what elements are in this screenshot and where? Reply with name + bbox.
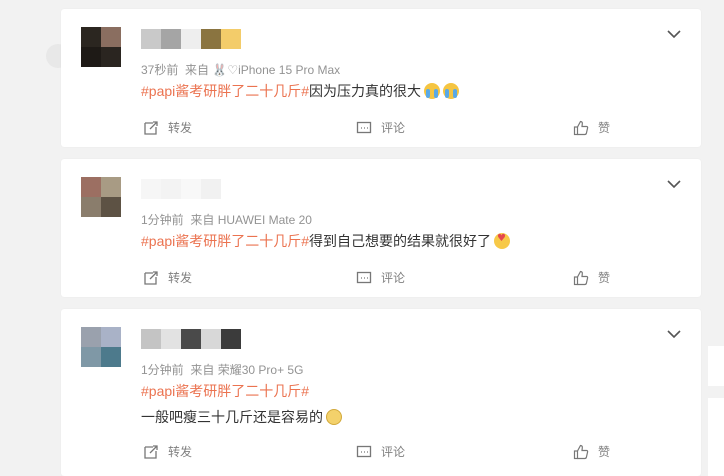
post-content: 一般吧瘦三十几斤还是容易的 (141, 407, 342, 427)
hashtag-link[interactable]: #papi酱考研胖了二十几斤# (141, 383, 309, 399)
right-panel-edge (708, 346, 724, 386)
repost-button[interactable]: 转发 (143, 119, 192, 136)
like-label: 赞 (598, 271, 611, 285)
comment-button[interactable]: 评论 (356, 269, 405, 286)
comment-card: 37秒前 来自 🐰♡iPhone 15 Pro Max #papi酱考研胖了二十… (61, 9, 701, 147)
thumbs-up-icon (573, 120, 589, 135)
repost-label: 转发 (168, 121, 193, 135)
like-button[interactable]: 赞 (573, 269, 610, 286)
post-text: 因为压力真的很大 (309, 83, 422, 99)
avatar[interactable] (81, 177, 121, 217)
comment-icon (356, 121, 372, 133)
user-name-blurred[interactable] (141, 179, 221, 199)
like-button[interactable]: 赞 (573, 119, 610, 136)
repost-icon (144, 270, 158, 285)
post-meta: 1分钟前 来自 HUAWEI Mate 20 (141, 211, 312, 228)
post-time[interactable]: 37秒前 (141, 63, 178, 77)
post-source-label: 来自 (190, 363, 215, 377)
like-label: 赞 (598, 445, 611, 459)
avatar[interactable] (81, 327, 121, 367)
comment-button[interactable]: 评论 (356, 443, 405, 460)
repost-icon (144, 444, 158, 459)
chevron-down-icon[interactable] (665, 25, 683, 43)
post-meta: 37秒前 来自 🐰♡iPhone 15 Pro Max (141, 61, 340, 78)
post-text: 得到自己想要的结果就很好了 (309, 233, 492, 249)
repost-label: 转发 (168, 271, 193, 285)
action-bar: 转发 评论 赞 (61, 269, 701, 289)
hashtag-link[interactable]: #papi酱考研胖了二十几斤# (141, 233, 309, 249)
post-device: 🐰♡iPhone 15 Pro Max (212, 63, 341, 77)
comment-icon (356, 445, 372, 457)
feed-page: 37秒前 来自 🐰♡iPhone 15 Pro Max #papi酱考研胖了二十… (0, 0, 724, 476)
like-label: 赞 (598, 121, 611, 135)
chevron-down-icon[interactable] (665, 175, 683, 193)
action-bar: 转发 评论 赞 (61, 443, 701, 463)
comment-card: 1分钟前 来自 荣耀30 Pro+ 5G #papi酱考研胖了二十几斤# 一般吧… (61, 309, 701, 476)
smirk-face-icon (326, 409, 342, 425)
thumbs-up-icon (573, 444, 589, 459)
like-button[interactable]: 赞 (573, 443, 610, 460)
post-meta: 1分钟前 来自 荣耀30 Pro+ 5G (141, 361, 303, 378)
post-time[interactable]: 1分钟前 (141, 213, 184, 227)
post-hashtag-line: #papi酱考研胖了二十几斤# (141, 381, 309, 401)
comment-card: 1分钟前 来自 HUAWEI Mate 20 #papi酱考研胖了二十几斤#得到… (61, 159, 701, 297)
heart-eyes-face-icon (494, 233, 511, 249)
post-device: 荣耀30 Pro+ 5G (217, 363, 304, 377)
chevron-down-icon[interactable] (665, 325, 683, 343)
post-content: #papi酱考研胖了二十几斤#得到自己想要的结果就很好了 (141, 231, 511, 251)
comment-label: 评论 (381, 121, 406, 135)
repost-button[interactable]: 转发 (143, 443, 192, 460)
left-sidebar-edge (0, 0, 70, 476)
crying-face-icon (424, 83, 441, 99)
user-name-blurred[interactable] (141, 329, 241, 349)
crying-face-icon (443, 83, 460, 99)
comment-button[interactable]: 评论 (356, 119, 405, 136)
post-text: 一般吧瘦三十几斤还是容易的 (141, 409, 323, 425)
post-source-label: 来自 (185, 63, 210, 77)
right-panel-edge (708, 398, 724, 476)
avatar[interactable] (81, 27, 121, 67)
action-bar: 转发 评论 赞 (61, 119, 701, 139)
post-time[interactable]: 1分钟前 (141, 363, 184, 377)
repost-button[interactable]: 转发 (143, 269, 192, 286)
thumbs-up-icon (573, 270, 589, 285)
repost-icon (144, 120, 158, 135)
comment-icon (356, 271, 372, 283)
post-device: HUAWEI Mate 20 (217, 213, 312, 227)
hashtag-link[interactable]: #papi酱考研胖了二十几斤# (141, 83, 309, 99)
repost-label: 转发 (168, 445, 193, 459)
user-name-blurred[interactable] (141, 29, 241, 49)
comment-label: 评论 (381, 271, 406, 285)
comment-label: 评论 (381, 445, 406, 459)
post-source-label: 来自 (190, 213, 215, 227)
post-content: #papi酱考研胖了二十几斤#因为压力真的很大 (141, 81, 460, 101)
